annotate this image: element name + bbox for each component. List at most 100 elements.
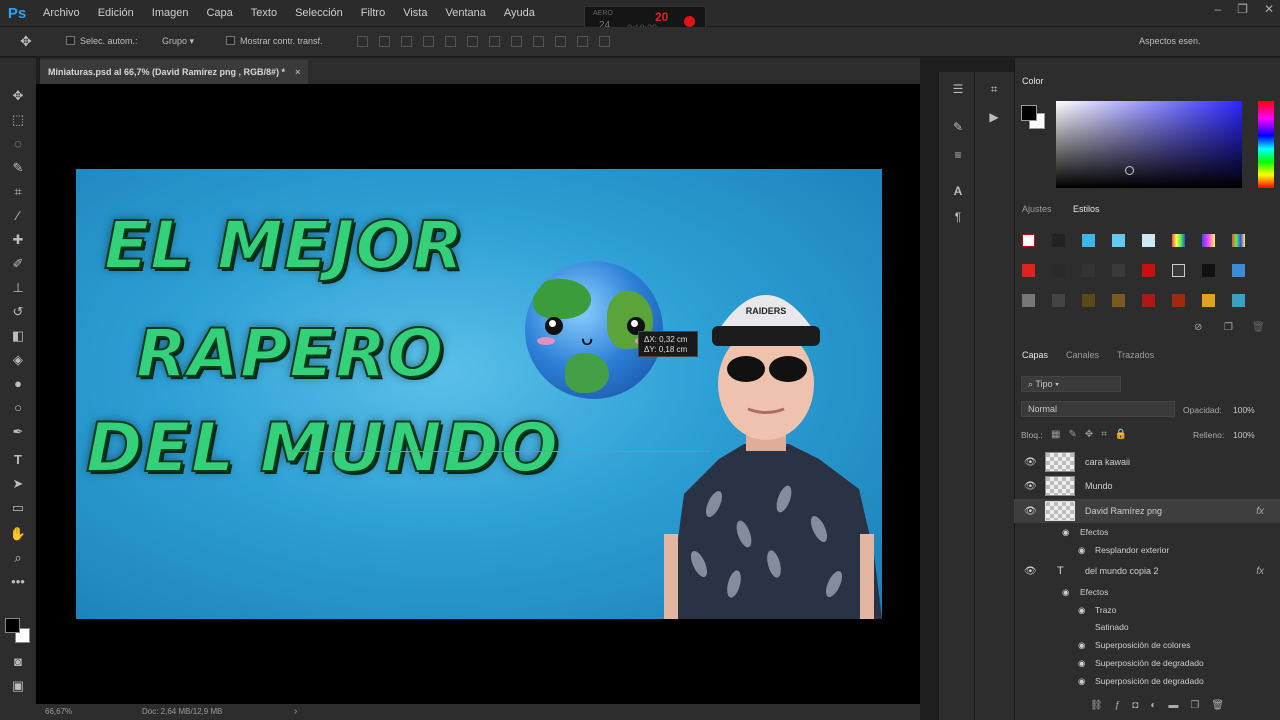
effect-eye-icon[interactable]: ◉ bbox=[1078, 605, 1085, 616]
auto-select-checkbox[interactable] bbox=[66, 36, 75, 45]
layer-row-selected[interactable]: 👁 David Ramírez png fx bbox=[1014, 499, 1280, 523]
add-mask-icon[interactable]: ◘ bbox=[1132, 700, 1150, 711]
record-icon[interactable] bbox=[684, 16, 695, 27]
style-swatch[interactable] bbox=[1082, 294, 1095, 307]
style-none-swatch[interactable] bbox=[1022, 234, 1035, 247]
style-swatch[interactable] bbox=[1052, 234, 1065, 247]
lock-icons[interactable]: ▦✎✥⌗🔒 bbox=[1051, 429, 1135, 440]
menu-imagen[interactable]: Imagen bbox=[143, 0, 198, 26]
effects-eye-icon[interactable]: ◉ bbox=[1062, 587, 1069, 598]
foreground-color-swatch[interactable] bbox=[5, 618, 20, 633]
color-picker-cursor[interactable] bbox=[1125, 166, 1134, 175]
distribute-right-icon[interactable] bbox=[599, 36, 610, 47]
style-swatch[interactable] bbox=[1022, 264, 1035, 277]
layer-name[interactable]: cara kawaii bbox=[1085, 457, 1130, 467]
play-action-icon[interactable]: ▶ bbox=[985, 110, 1003, 126]
path-select-icon[interactable]: ➤ bbox=[8, 474, 28, 494]
menu-capa[interactable]: Capa bbox=[197, 0, 241, 26]
menu-ayuda[interactable]: Ayuda bbox=[495, 0, 544, 26]
style-swatch[interactable] bbox=[1172, 264, 1185, 277]
zoom-icon[interactable]: ⌕ bbox=[8, 548, 28, 568]
pen-icon[interactable]: ✒ bbox=[8, 422, 28, 442]
screen-mode-icon[interactable]: ▣ bbox=[8, 676, 28, 696]
eraser-icon[interactable]: ◧ bbox=[8, 326, 28, 346]
visibility-eye-icon[interactable]: 👁 bbox=[1024, 506, 1037, 517]
color-picker-field[interactable] bbox=[1056, 101, 1242, 188]
distribute-hcenter-icon[interactable] bbox=[577, 36, 588, 47]
effect-eye-icon[interactable]: ◉ bbox=[1078, 640, 1085, 651]
new-style-icon[interactable]: ❐ bbox=[1224, 322, 1233, 333]
effect-gradient-overlay[interactable]: Superposición de degradado bbox=[1095, 676, 1204, 686]
brush-icon[interactable]: ✐ bbox=[8, 254, 28, 274]
style-swatch[interactable] bbox=[1142, 234, 1155, 247]
artboard-thumbnail[interactable]: EL MEJOR RAPERO DEL MUNDO ᴗ RAIDERS bbox=[76, 169, 882, 619]
new-layer-icon[interactable]: ❐ bbox=[1190, 700, 1211, 711]
hand-icon[interactable]: ✋ bbox=[8, 524, 28, 544]
adjustment-layer-icon[interactable]: ◐ bbox=[1150, 700, 1168, 711]
distribute-top-icon[interactable] bbox=[489, 36, 500, 47]
layer-name[interactable]: Mundo bbox=[1085, 481, 1113, 491]
close-tab-icon[interactable]: × bbox=[295, 67, 300, 77]
delete-layer-icon[interactable]: 🗑 bbox=[1211, 700, 1236, 711]
visibility-eye-icon[interactable]: 👁 bbox=[1024, 566, 1037, 577]
effect-eye-icon[interactable]: ◉ bbox=[1078, 676, 1085, 687]
layer-row[interactable]: 👁 Mundo bbox=[1014, 474, 1280, 498]
style-swatch[interactable] bbox=[1142, 264, 1155, 277]
minimize-icon[interactable]: – bbox=[1214, 2, 1221, 16]
marquee-icon[interactable]: ⬚ bbox=[8, 110, 28, 130]
menu-seleccion[interactable]: Selección bbox=[286, 0, 352, 26]
style-swatch[interactable] bbox=[1172, 294, 1185, 307]
layer-name[interactable]: del mundo copia 2 bbox=[1085, 566, 1159, 576]
clear-style-icon[interactable]: ⊘ bbox=[1194, 322, 1202, 333]
lasso-icon[interactable]: ◌ bbox=[8, 134, 28, 154]
effect-color-overlay[interactable]: Superposición de colores bbox=[1095, 640, 1190, 650]
move-tool-icon[interactable]: ✥ bbox=[20, 33, 32, 50]
quick-select-icon[interactable]: ✎ bbox=[8, 158, 28, 178]
effect-gradient-overlay[interactable]: Superposición de degradado bbox=[1095, 658, 1204, 668]
paragraph-panel-icon[interactable]: ¶ bbox=[949, 210, 967, 226]
restore-icon[interactable]: ❐ bbox=[1237, 2, 1248, 16]
eyedropper-icon[interactable]: ⁄ bbox=[8, 206, 28, 226]
style-swatch[interactable] bbox=[1202, 294, 1215, 307]
layer-filter-kind[interactable]: ⌕ Tipo ▾ bbox=[1021, 376, 1121, 392]
align-top-icon[interactable] bbox=[357, 36, 368, 47]
rectangle-icon[interactable]: ▭ bbox=[8, 498, 28, 518]
style-swatch[interactable] bbox=[1142, 294, 1155, 307]
tab-estilos[interactable]: Estilos bbox=[1073, 204, 1100, 214]
visibility-eye-icon[interactable]: 👁 bbox=[1024, 457, 1037, 468]
new-group-icon[interactable]: ▬ bbox=[1168, 700, 1190, 711]
tab-canales[interactable]: Canales bbox=[1066, 350, 1099, 360]
layer-fx-icon[interactable]: fx bbox=[1256, 506, 1264, 517]
gradient-icon[interactable]: ◈ bbox=[8, 350, 28, 370]
style-swatch[interactable] bbox=[1082, 264, 1095, 277]
quick-mask-icon[interactable]: ◙ bbox=[8, 652, 28, 672]
style-swatch[interactable] bbox=[1112, 294, 1125, 307]
effect-satin[interactable]: Satinado bbox=[1095, 622, 1129, 632]
history-panel-icon[interactable]: ☰ bbox=[949, 82, 967, 98]
character-panel-icon[interactable]: A bbox=[949, 184, 967, 200]
show-transform-checkbox[interactable] bbox=[226, 36, 235, 45]
menu-texto[interactable]: Texto bbox=[242, 0, 286, 26]
zoom-level[interactable]: 66,67% bbox=[45, 707, 72, 716]
blur-icon[interactable]: ● bbox=[8, 374, 28, 394]
color-fg-swatch[interactable] bbox=[1021, 105, 1037, 121]
align-right-icon[interactable] bbox=[467, 36, 478, 47]
align-hcenter-icon[interactable] bbox=[445, 36, 456, 47]
align-left-icon[interactable] bbox=[423, 36, 434, 47]
type-icon[interactable]: T bbox=[8, 450, 28, 470]
stamp-icon[interactable]: ⊥ bbox=[8, 278, 28, 298]
brush-settings-icon[interactable]: ✎ bbox=[949, 120, 967, 136]
move-icon[interactable]: ✥ bbox=[8, 86, 28, 106]
style-swatch[interactable] bbox=[1112, 264, 1125, 277]
crop-icon[interactable]: ⌗ bbox=[8, 182, 28, 202]
opacity-value[interactable]: 100% bbox=[1233, 405, 1255, 415]
adjustments-icon[interactable]: ≡ bbox=[949, 148, 967, 164]
distribute-left-icon[interactable] bbox=[555, 36, 566, 47]
align-bottom-icon[interactable] bbox=[401, 36, 412, 47]
style-swatch[interactable] bbox=[1202, 234, 1215, 247]
effect-eye-icon[interactable]: ◉ bbox=[1078, 658, 1085, 669]
document-tab[interactable]: Miniaturas.psd al 66,7% (David Ramírez p… bbox=[40, 60, 309, 84]
layer-row[interactable]: 👁 T del mundo copia 2 fx bbox=[1014, 559, 1280, 583]
add-fx-icon[interactable]: ƒ bbox=[1115, 700, 1133, 711]
group-select[interactable]: Grupo ▾ bbox=[162, 36, 194, 47]
